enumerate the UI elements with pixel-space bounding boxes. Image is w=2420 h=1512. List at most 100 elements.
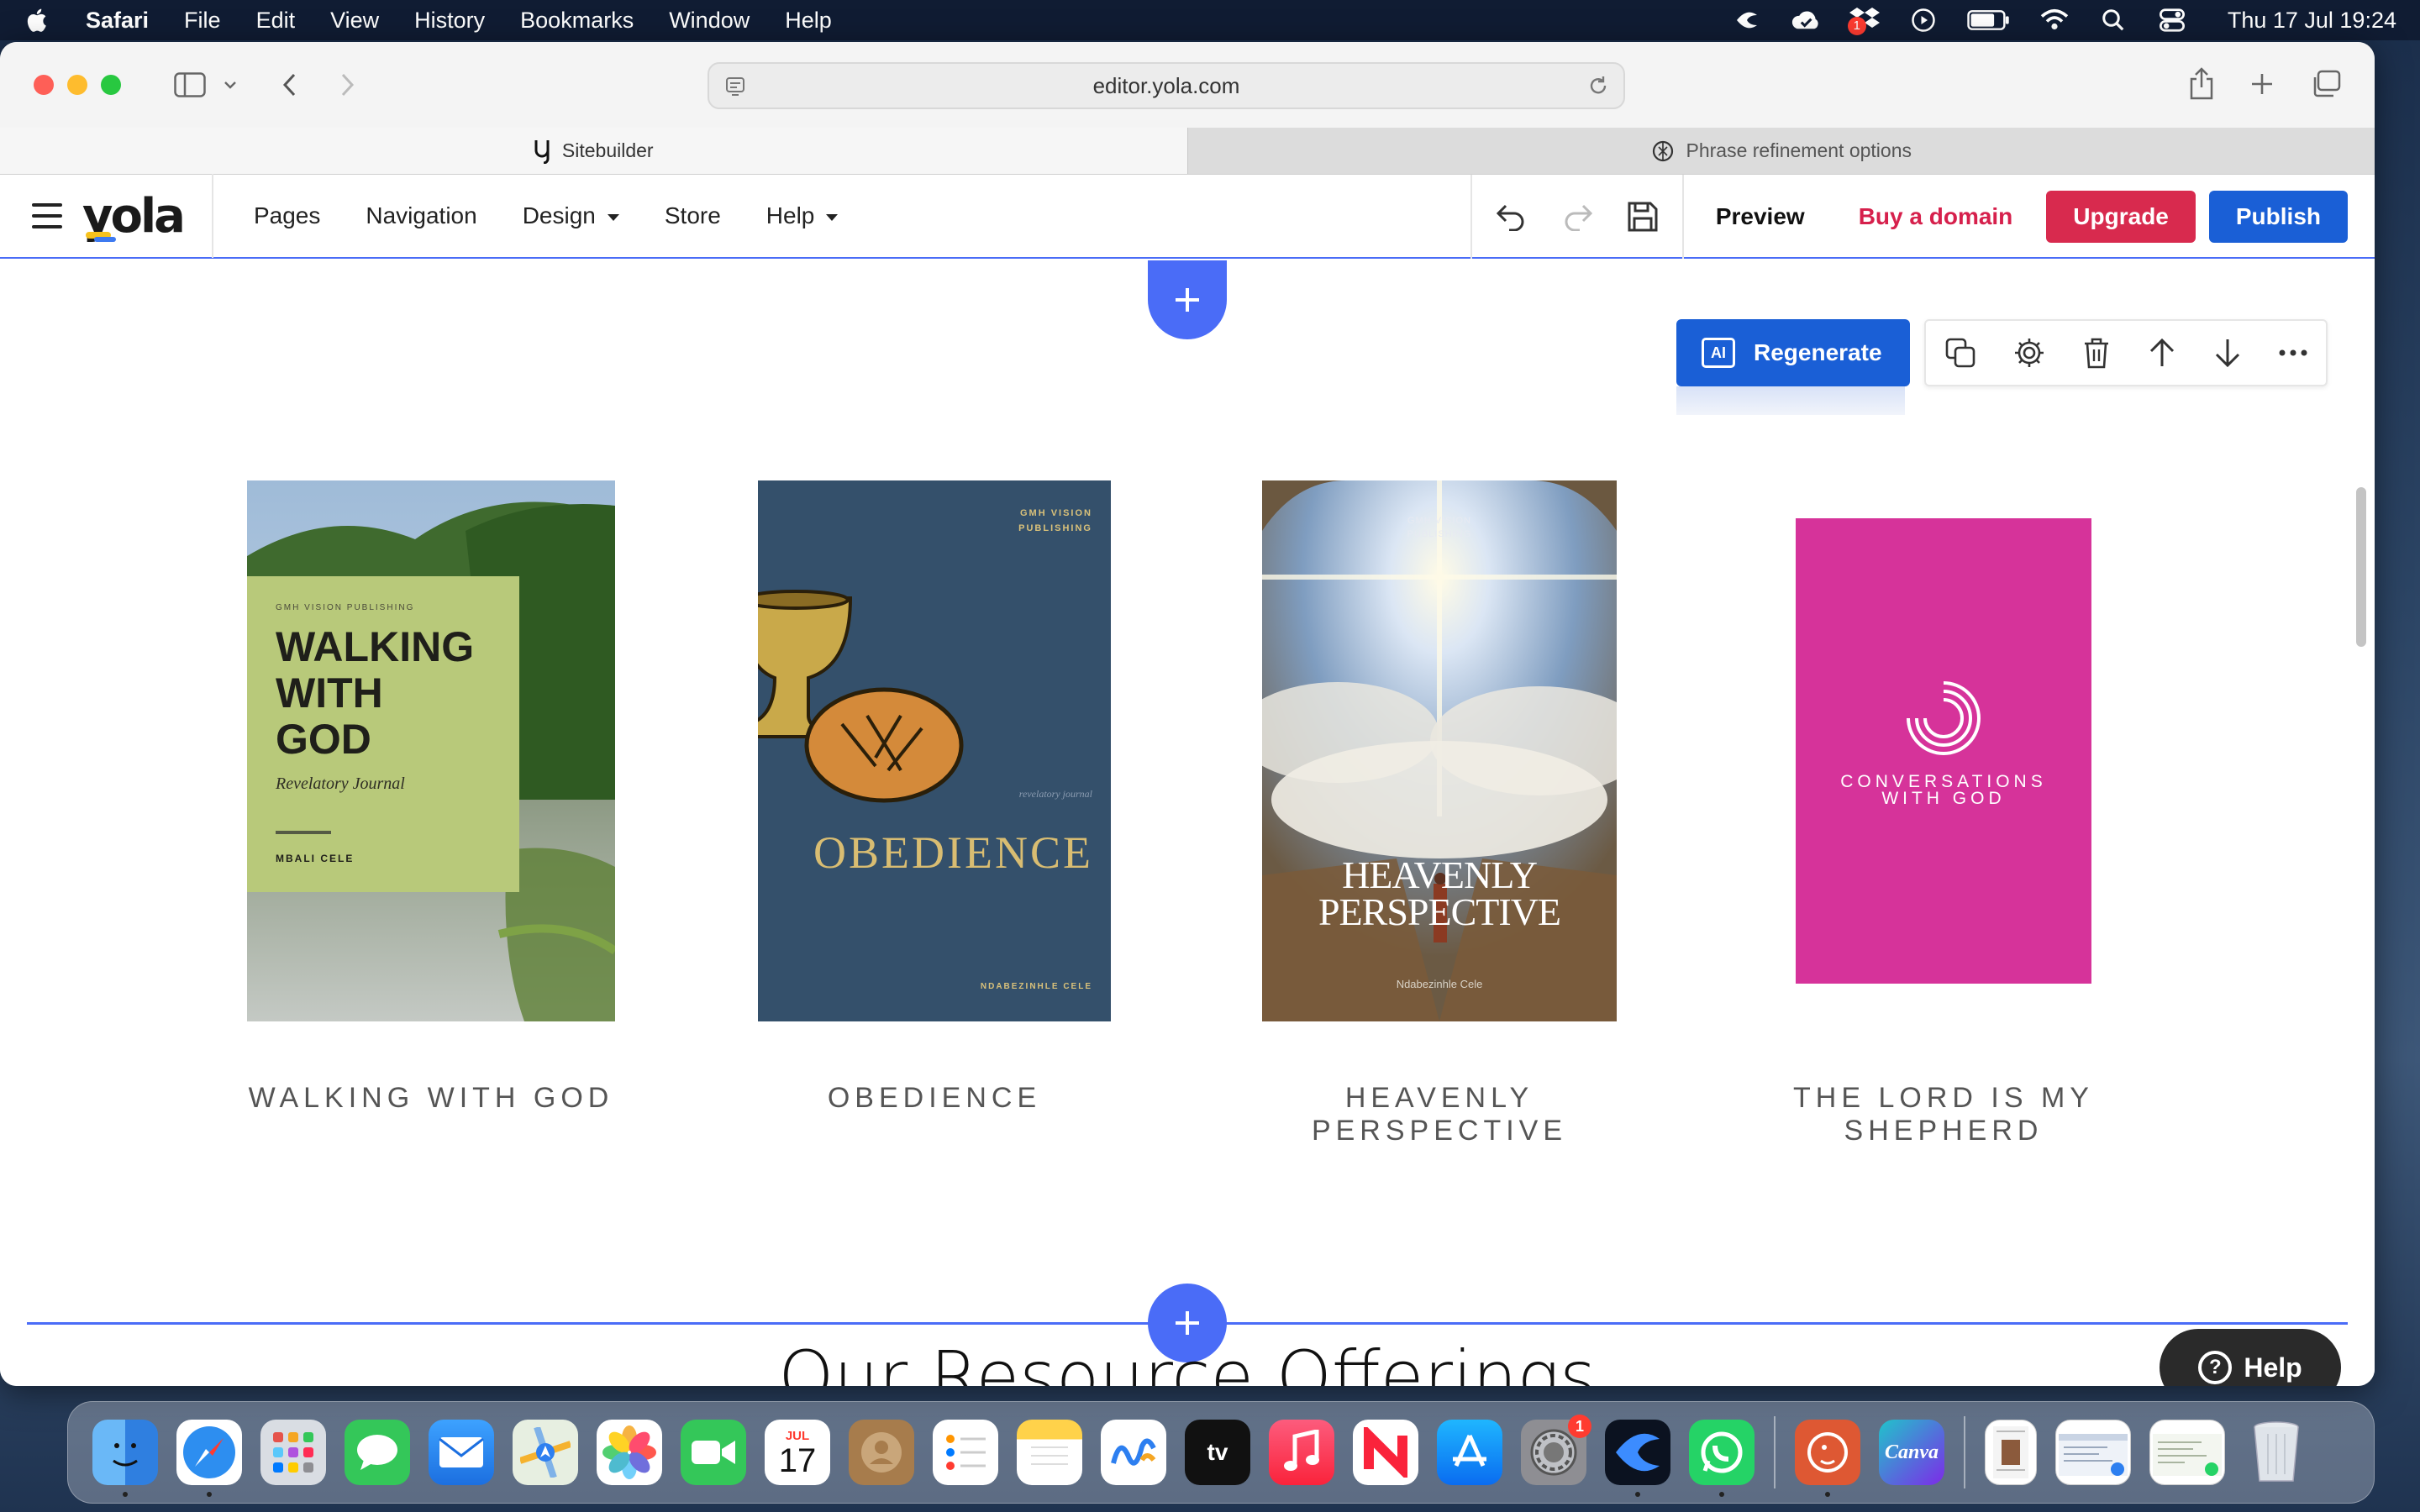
dock-app-store[interactable] [1437,1420,1502,1485]
add-section-button-top[interactable] [1148,260,1227,339]
share-button[interactable] [2183,66,2220,102]
dock-messages[interactable] [345,1420,410,1485]
play-circle-icon[interactable] [1908,8,1939,33]
icloud-icon[interactable] [1791,8,1821,33]
wifi-icon[interactable] [2039,8,2070,33]
cover-title-line: HEAVENLY [1342,853,1538,896]
dock-mail[interactable] [429,1420,494,1485]
regenerate-button[interactable]: AI Regenerate [1676,319,1910,386]
dock-notes[interactable] [1017,1420,1082,1485]
app-tray-icon[interactable] [1732,8,1762,33]
menubar-clock[interactable]: Thu 17 Jul 19:24 [2228,8,2396,34]
zoom-window-button[interactable] [101,75,121,95]
dock-minimized-window-1[interactable] [2055,1420,2131,1485]
new-tab-button[interactable] [2244,66,2281,102]
app-store-icon [1453,1434,1486,1467]
book-cover-the-lord-is-my-shepherd[interactable]: CONVERSATIONS WITH GOD [1796,518,2091,984]
dock-apple-tv[interactable]: tv [1185,1420,1250,1485]
back-button[interactable] [271,66,308,103]
dock-recent-document[interactable] [1985,1420,2037,1485]
dock-whatsapp[interactable] [1689,1420,1754,1497]
dock-trash[interactable] [2244,1420,2309,1485]
dock-music[interactable] [1269,1420,1334,1485]
help-label: Help [2244,1352,2302,1383]
battery-icon[interactable] [1967,8,2011,33]
duplicate-icon[interactable] [1944,336,1977,370]
nav-help[interactable]: Help [766,202,839,229]
preview-button[interactable]: Preview [1696,203,1825,230]
duck-icon [1807,1432,1848,1473]
menu-help[interactable]: Help [785,8,832,34]
menu-edit[interactable]: Edit [256,8,296,34]
dock-minimized-window-2[interactable] [2149,1420,2225,1485]
arrow-up-icon[interactable] [2147,336,2177,370]
nav-store[interactable]: Store [665,202,721,229]
trash-icon[interactable] [2081,336,2112,370]
page-scrollbar[interactable] [2356,487,2366,647]
dock-system-settings[interactable]: 1 [1521,1415,1591,1485]
cover-text-panel: GMH VISION PUBLISHING WALKING WITH GOD R… [247,576,519,892]
dock-calendar[interactable]: JUL 17 [765,1420,830,1485]
caret-down-icon [607,213,619,221]
menu-view[interactable]: View [330,8,379,34]
minimize-window-button[interactable] [67,75,87,95]
dock-news[interactable] [1353,1420,1418,1485]
address-bar[interactable]: editor.yola.com [708,62,1625,109]
undo-icon[interactable] [1496,202,1528,231]
dock-finder[interactable] [92,1420,158,1497]
macos-menubar: Safari File Edit View History Bookmarks … [0,0,2420,40]
dock-duckduckgo[interactable] [1795,1420,1860,1497]
publish-button[interactable]: Publish [2208,191,2348,243]
dock-photos[interactable] [597,1420,662,1485]
menu-history[interactable]: History [414,8,485,34]
redo-icon[interactable] [1561,202,1593,231]
dock-reminders[interactable] [933,1420,998,1485]
more-options-icon[interactable] [2278,349,2308,357]
dock-safari[interactable] [176,1420,242,1497]
book-caption: HEAVENLY PERSPECTIVE [1311,1082,1568,1147]
help-chat-button[interactable]: ? Help [2160,1329,2341,1386]
menu-bookmarks[interactable]: Bookmarks [520,8,634,34]
gear-icon[interactable] [2012,336,2046,370]
dock-contacts[interactable] [849,1420,914,1485]
forward-button[interactable] [329,66,366,103]
dock-canva[interactable]: Canva [1879,1420,1944,1485]
dropbox-tray[interactable]: 1 [1847,5,1880,36]
menu-file[interactable]: File [184,8,221,34]
tab-sitebuilder[interactable]: Sitebuilder [0,128,1187,174]
nav-design[interactable]: Design [523,202,619,229]
page-settings-icon[interactable] [724,76,746,97]
sidebar-toggle-button[interactable] [171,66,208,103]
close-window-button[interactable] [34,75,54,95]
url-text: editor.yola.com [1092,72,1240,98]
tab-phrase-refinement[interactable]: Phrase refinement options [1186,128,2375,174]
tab-overview-button[interactable] [2307,66,2344,102]
nav-navigation[interactable]: Navigation [366,202,476,229]
sidebar-icon [174,72,206,97]
nav-pages[interactable]: Pages [254,202,320,229]
menu-app-safari[interactable]: Safari [86,8,149,34]
chevron-right-icon [341,73,355,97]
book-cover-obedience[interactable]: GMH VISION PUBLISHING revelatory journal… [758,480,1111,1021]
dock-freeform[interactable] [1101,1420,1166,1485]
upgrade-button[interactable]: Upgrade [2046,191,2196,243]
dock-launchpad[interactable] [260,1420,326,1485]
control-center-icon[interactable] [2157,8,2187,33]
save-icon[interactable] [1627,201,1659,233]
logo-accent-blue [94,236,116,242]
spotlight-search-icon[interactable] [2098,8,2128,33]
apple-icon[interactable] [24,6,52,34]
buy-domain-button[interactable]: Buy a domain [1839,203,2033,230]
reload-icon[interactable] [1586,74,1610,97]
book-cover-walking-with-god[interactable]: GMH VISION PUBLISHING WALKING WITH GOD R… [247,480,615,1021]
arrow-down-icon[interactable] [2212,336,2243,370]
cover-publisher: GMH VISION PUBLISHING [276,603,415,612]
tab-groups-dropdown[interactable] [212,66,249,103]
dock-maps[interactable] [513,1420,578,1485]
hamburger-menu-icon[interactable] [32,203,62,228]
notes-lines-icon [1031,1446,1068,1465]
dock-app-swift[interactable] [1605,1420,1670,1497]
dock-facetime[interactable] [681,1420,746,1485]
menu-window[interactable]: Window [669,8,750,34]
book-cover-heavenly-perspective[interactable]: GMH VISION PUBLISHING HEAVENLY PERSPECTI… [1262,480,1617,1021]
